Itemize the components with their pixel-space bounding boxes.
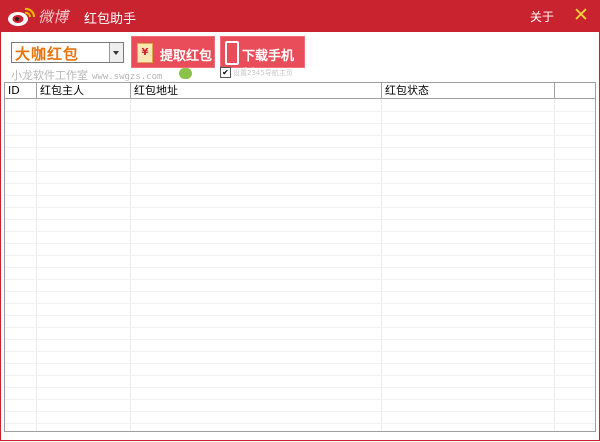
grid-row-line xyxy=(5,339,595,340)
grid-row-line xyxy=(5,207,595,208)
grid-row-line xyxy=(5,291,595,292)
chevron-down-icon[interactable] xyxy=(109,43,123,62)
grid-row-line xyxy=(5,195,595,196)
wechat-icon[interactable] xyxy=(179,68,192,79)
redpacket-type-select[interactable]: 大咖红包 xyxy=(11,42,124,63)
grid-row-line xyxy=(5,135,595,136)
grid-row-line xyxy=(5,375,595,376)
grid-row-line xyxy=(5,411,595,412)
logo-text: 微博 xyxy=(38,8,69,26)
table-header: ID 红包主人 红包地址 红包状态 xyxy=(5,83,595,99)
weibo-logo-icon xyxy=(8,7,36,26)
grid-row-line xyxy=(5,399,595,400)
grid-row-line xyxy=(5,183,595,184)
title-bar: 微博 红包助手 关于 ✕ xyxy=(0,0,600,32)
column-header-address[interactable]: 红包地址 xyxy=(131,83,382,98)
credit-site[interactable]: www.swgzs.com xyxy=(92,72,162,82)
column-header-id[interactable]: ID xyxy=(5,83,37,98)
phone-icon xyxy=(225,41,239,65)
grid-row-line xyxy=(5,315,595,316)
homepage-checkbox[interactable]: ✔ xyxy=(220,67,231,78)
grid-row-line xyxy=(5,159,595,160)
grid-row-line xyxy=(5,255,595,256)
close-icon[interactable]: ✕ xyxy=(570,3,592,27)
grid-row-line xyxy=(5,231,595,232)
grid-row-line xyxy=(5,303,595,304)
grid-row-line xyxy=(5,111,595,112)
extract-button-label: 提取红包 xyxy=(160,49,213,64)
window-title: 红包助手 xyxy=(84,12,137,27)
grid-row-line xyxy=(5,351,595,352)
grid-row-line xyxy=(5,243,595,244)
credit-name: 小龙软件工作室 xyxy=(11,69,88,82)
grid-row-line xyxy=(5,279,595,280)
grid-column-line xyxy=(554,99,555,431)
column-header-owner[interactable]: 红包主人 xyxy=(37,83,131,98)
grid-row-line xyxy=(5,147,595,148)
grid-row-line xyxy=(5,219,595,220)
grid-row-line xyxy=(5,363,595,364)
grid-column-line xyxy=(130,99,131,431)
redpacket-table[interactable]: ID 红包主人 红包地址 红包状态 xyxy=(4,82,596,432)
grid-row-line xyxy=(5,327,595,328)
download-mobile-button[interactable]: 下载手机版 xyxy=(220,36,305,83)
money-envelope-icon: ¥ xyxy=(137,43,153,63)
grid-column-line xyxy=(36,99,37,431)
grid-row-line xyxy=(5,171,595,172)
select-value: 大咖红包 xyxy=(15,45,80,63)
column-header-status[interactable]: 红包状态 xyxy=(382,83,555,98)
about-button[interactable]: 关于 xyxy=(530,8,554,25)
grid-row-line xyxy=(5,267,595,268)
grid-column-line xyxy=(381,99,382,431)
grid-row-line xyxy=(5,387,595,388)
extract-redpacket-button[interactable]: ¥ 提取红包 xyxy=(131,36,215,68)
homepage-checkbox-label: 设置2345导航主页 xyxy=(233,69,293,77)
grid-row-line xyxy=(5,123,595,124)
grid-row-line xyxy=(5,423,595,424)
studio-credit: 小龙软件工作室 www.swgzs.com xyxy=(11,67,162,83)
